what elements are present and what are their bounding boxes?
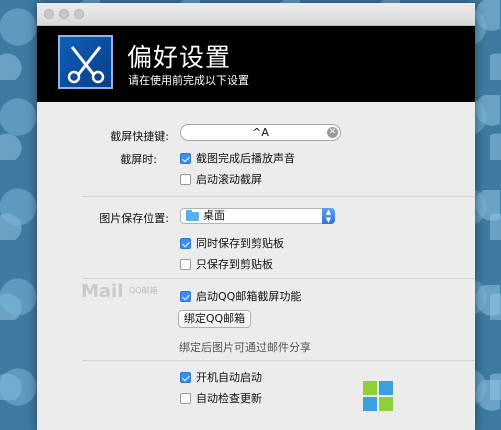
checkbox-label: 启动QQ邮箱截屏功能 xyxy=(196,290,302,303)
checkbox-only-clipboard[interactable]: 只保存到剪贴板 xyxy=(180,257,273,271)
mail-logo-text: Mail xyxy=(81,281,124,302)
hotkey-value: ^A xyxy=(252,126,269,139)
checkbox-play-sound[interactable]: 截图完成后播放声音 xyxy=(180,151,295,165)
save-location-value: 桌面 xyxy=(203,209,225,222)
save-location-select[interactable]: 桌面 ▲ ▼ xyxy=(180,208,335,224)
checkbox-also-clipboard[interactable]: 同时保存到剪贴板 xyxy=(180,236,284,250)
page-subtitle: 请在使用前完成以下设置 xyxy=(128,74,249,87)
checkbox-label: 同时保存到剪贴板 xyxy=(196,237,284,250)
hotkey-label: 截屏快捷键: xyxy=(110,130,169,143)
save-location-label: 图片保存位置: xyxy=(99,212,169,225)
checkbox-label: 截图完成后播放声音 xyxy=(196,152,295,165)
checkbox-qq-mail[interactable]: 启动QQ邮箱截屏功能 xyxy=(180,289,301,303)
qq-mail-logo: Mail QQ邮箱 xyxy=(81,281,163,305)
section-divider xyxy=(82,360,475,361)
section-divider xyxy=(82,196,475,197)
chevron-updown-icon[interactable]: ▲ ▼ xyxy=(322,208,335,224)
hotkey-field[interactable]: ^A ✕ xyxy=(180,124,341,141)
checkbox-icon[interactable] xyxy=(180,371,191,383)
close-window-button[interactable] xyxy=(44,9,54,19)
checkbox-label: 自动检查更新 xyxy=(196,392,262,405)
preferences-window: 偏好设置 请在使用前完成以下设置 截屏快捷键: ^A ✕ 截屏时: 截图完成后播… xyxy=(37,3,475,430)
checkbox-icon[interactable] xyxy=(180,237,191,249)
clear-hotkey-icon[interactable]: ✕ xyxy=(327,127,338,138)
checkbox-label: 只保存到剪贴板 xyxy=(196,258,273,271)
checkbox-icon[interactable] xyxy=(180,290,191,302)
checkbox-launch-at-login[interactable]: 开机自动启动 xyxy=(180,370,262,384)
watermark-logo-icon xyxy=(363,381,393,411)
scissors-app-icon xyxy=(58,35,113,89)
checkbox-label: 开机自动启动 xyxy=(196,371,262,384)
qq-mail-note: 绑定后图片可通过邮件分享 xyxy=(179,341,311,354)
checkbox-icon[interactable] xyxy=(180,392,191,404)
checkbox-icon[interactable] xyxy=(180,152,191,164)
checkbox-icon[interactable] xyxy=(180,173,191,185)
checkbox-label: 启动滚动截屏 xyxy=(196,173,262,186)
page-title: 偏好设置 xyxy=(127,43,232,72)
screenshot-label: 截屏时: xyxy=(120,153,157,166)
header-banner: 偏好设置 请在使用前完成以下设置 xyxy=(37,26,475,102)
bind-qq-mail-button[interactable]: 绑定QQ邮箱 xyxy=(178,310,251,328)
checkbox-auto-update[interactable]: 自动检查更新 xyxy=(180,391,262,405)
folder-icon xyxy=(186,210,199,221)
mail-logo-cn: QQ邮箱 xyxy=(129,286,158,295)
checkbox-icon[interactable] xyxy=(180,258,191,270)
zoom-window-button[interactable] xyxy=(74,9,84,19)
title-bar xyxy=(37,3,475,26)
checkbox-scroll-capture[interactable]: 启动滚动截屏 xyxy=(180,172,262,186)
section-divider xyxy=(82,278,475,279)
minimize-window-button[interactable] xyxy=(59,9,69,19)
